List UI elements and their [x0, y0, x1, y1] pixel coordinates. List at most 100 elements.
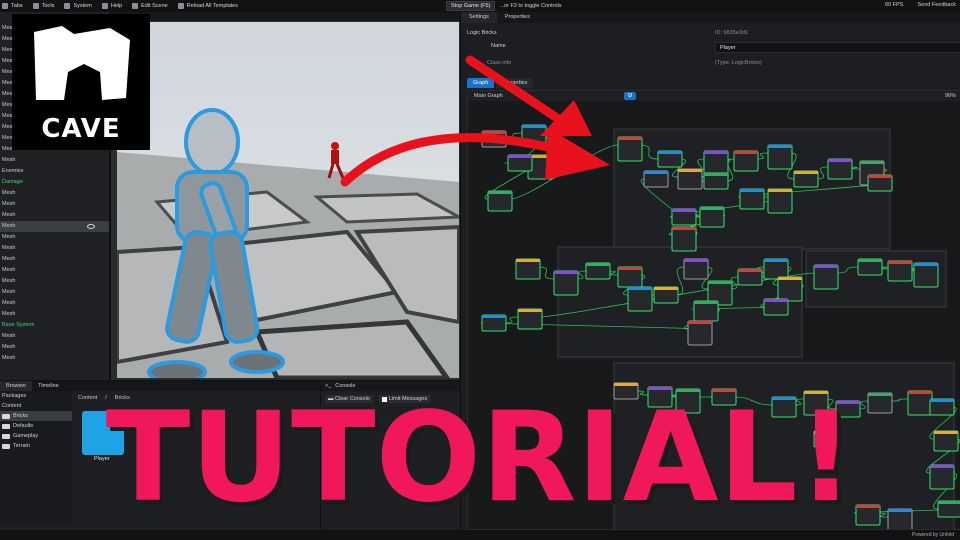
tree-item-defaults[interactable]: Defaults [0, 421, 72, 431]
graph-node[interactable] [767, 144, 793, 170]
fps-counter: 60 FPS [885, 2, 904, 8]
tab-properties[interactable]: Properties [497, 12, 538, 23]
hierarchy-item[interactable]: Mesh [0, 254, 109, 265]
tree-item-bricks[interactable]: Bricks [0, 411, 72, 421]
graph-node-header [708, 281, 732, 284]
tree-item-content[interactable]: Content [0, 401, 72, 411]
graph-node-header [516, 259, 540, 262]
menu-system[interactable]: System [64, 3, 92, 9]
eye-icon[interactable] [87, 224, 95, 229]
help-icon [101, 3, 108, 9]
graph-node-header [688, 321, 712, 324]
folder-icon [2, 443, 10, 449]
hierarchy-item[interactable]: Mesh [0, 265, 109, 276]
graph-node-header [586, 263, 610, 266]
graph-node-header [734, 151, 758, 154]
graph-wire [509, 144, 619, 200]
hierarchy-item[interactable]: Base System [0, 320, 109, 331]
menu-reload-templates[interactable]: Reload All Templates [177, 3, 238, 9]
graph-node-header [694, 301, 718, 304]
graph-header: Main Graph U 96% [468, 91, 960, 101]
graph-node-header [930, 399, 954, 402]
status-bar: Powered by Unfold [0, 530, 960, 540]
hierarchy-item[interactable]: Mesh [0, 353, 109, 364]
crumb-content[interactable]: Content [78, 395, 97, 401]
graph-node-header [768, 145, 792, 148]
logic-bricks-header: Logic Bricks [467, 30, 497, 36]
graph-node-header [658, 151, 682, 154]
menubar-right: 60 FPS Send Feedback [871, 2, 956, 8]
graph-node-header [868, 175, 892, 178]
game-scene[interactable] [117, 22, 459, 378]
tree-item-packages[interactable]: Packages [0, 391, 72, 401]
graph-node[interactable] [553, 270, 579, 296]
graph-node[interactable] [907, 390, 933, 416]
controls-hint: ...or F3 to toggle Controls [499, 3, 562, 9]
class-info-label[interactable]: Class info [487, 60, 511, 66]
folder-icon [2, 413, 10, 419]
hierarchy-item[interactable]: Mesh [0, 287, 109, 298]
menu-edit-scene[interactable]: Edit Scene [132, 3, 168, 9]
graph-node-header [738, 269, 762, 272]
menu-help[interactable]: Help [101, 3, 122, 9]
graph-node-header [934, 431, 958, 434]
graph-node[interactable] [617, 136, 643, 162]
tab-timeline[interactable]: Timeline [32, 381, 65, 391]
hierarchy-item[interactable]: Damage [0, 177, 109, 188]
graph-node[interactable] [777, 276, 803, 302]
hierarchy-item[interactable]: Mesh [0, 155, 109, 166]
graph-tabs: Graph Properties [467, 78, 535, 88]
hierarchy-item[interactable]: Mesh [0, 243, 109, 254]
graph-node-header [522, 125, 546, 128]
graph-node[interactable] [913, 262, 939, 288]
hierarchy-item[interactable]: Mesh [0, 210, 109, 221]
tree-item-gameplay[interactable]: Gameplay [0, 431, 72, 441]
menubar: Tabs Tools System Help Edit Scene Reload… [0, 0, 960, 12]
package-tree: Packages Content Bricks Defaults Gamepla… [0, 391, 72, 526]
graph-zoom: 96% [944, 93, 956, 99]
cave-logo-text: CAVE [41, 114, 121, 144]
viewport-panel[interactable] [110, 12, 460, 380]
stop-game-button[interactable]: Stop Game (F5) [446, 1, 496, 11]
graph-node-header [794, 171, 818, 174]
graph-node-header [654, 287, 678, 290]
graph-node-header [482, 131, 506, 134]
hierarchy-item[interactable]: Mesh [0, 232, 109, 243]
graph-node[interactable] [767, 188, 793, 214]
tab-graph[interactable]: Graph [467, 78, 495, 88]
graph-node[interactable] [687, 320, 713, 346]
graph-node[interactable] [627, 286, 653, 312]
hierarchy-item[interactable]: Mesh [0, 221, 109, 232]
graph-node-header [618, 137, 642, 140]
graph-node[interactable] [887, 508, 913, 530]
graph-node[interactable] [813, 264, 839, 290]
graph-node-header [482, 315, 506, 318]
scene-render [117, 22, 459, 378]
send-feedback-button[interactable]: Send Feedback [917, 2, 956, 8]
hierarchy-item[interactable]: Mesh [0, 298, 109, 309]
edit-icon [132, 3, 139, 9]
tab-settings[interactable]: Settings [461, 12, 497, 23]
hierarchy-item[interactable]: Mesh [0, 276, 109, 287]
properties-tabs: Settings Properties [461, 12, 960, 23]
menu-tools[interactable]: Tools [32, 3, 54, 9]
graph-node-header [768, 189, 792, 192]
hierarchy-item[interactable]: Mesh [0, 188, 109, 199]
hierarchy-item[interactable]: Mesh [0, 309, 109, 320]
hierarchy-item[interactable]: Enemies [0, 166, 109, 177]
name-field[interactable]: Player [715, 42, 960, 53]
hierarchy-item[interactable]: Mesh [0, 199, 109, 210]
graph-node[interactable] [703, 150, 729, 176]
graph-node-header [938, 501, 960, 504]
tab-browser[interactable]: Browser [0, 381, 33, 391]
tutorial-title: TUTORIAL! TUTORIAL! [106, 386, 858, 522]
menu-tabs[interactable]: Tabs [2, 3, 23, 9]
tab-graph-properties[interactable]: Properties [496, 78, 534, 88]
graph-node[interactable] [929, 464, 955, 490]
graph-node-header [914, 263, 938, 266]
tree-item-terrain[interactable]: Terrain [0, 441, 72, 451]
hierarchy-item[interactable]: Mesh [0, 331, 109, 342]
graph-node-header [868, 393, 892, 396]
graph-node[interactable] [671, 226, 697, 252]
hierarchy-item[interactable]: Mesh [0, 342, 109, 353]
